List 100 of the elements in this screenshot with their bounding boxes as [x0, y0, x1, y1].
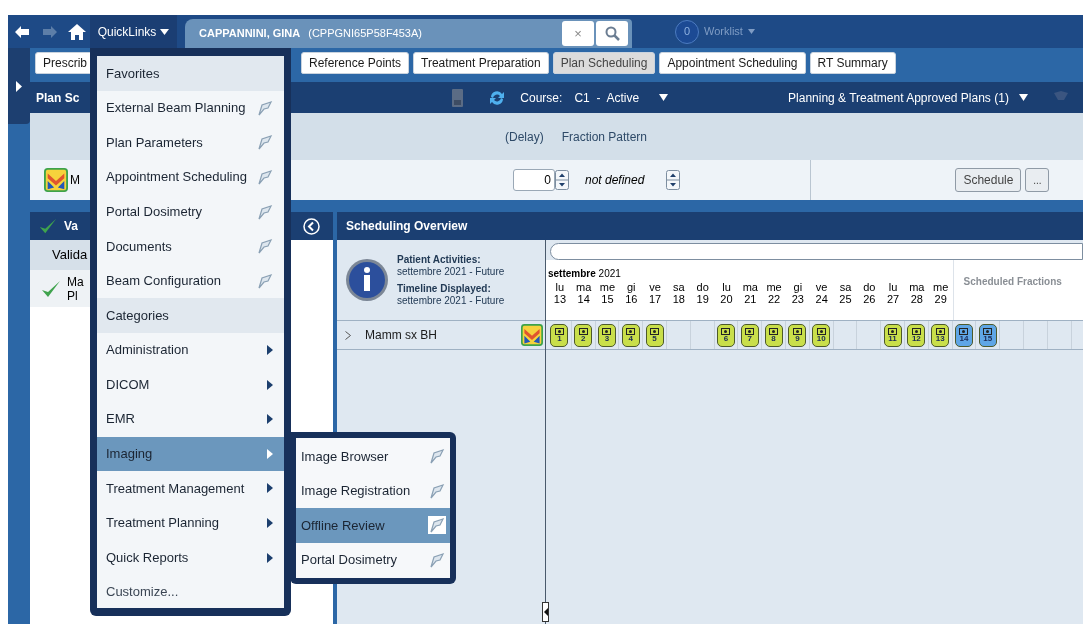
tab[interactable]: Treatment Preparation — [413, 52, 549, 74]
fraction-marker[interactable]: 4 — [621, 323, 640, 347]
day-number: 21 — [744, 293, 757, 305]
fraction-marker[interactable]: 9 — [788, 323, 807, 347]
day-number: 15 — [601, 293, 614, 305]
search-button[interactable] — [596, 21, 628, 46]
column-header: Fraction Pattern — [561, 128, 648, 146]
clear-button[interactable]: × — [562, 21, 594, 46]
weekday-label: sa — [673, 281, 685, 293]
spinner-buttons[interactable] — [666, 170, 681, 190]
check-icon — [38, 216, 58, 236]
column-header: Valida — [52, 246, 88, 265]
timeline-value: settembre 2021 - Future — [397, 294, 505, 307]
tab[interactable]: Appointment Scheduling — [659, 52, 806, 74]
expand-arrow-icon — [16, 80, 22, 92]
validation-item: Pl — [67, 288, 79, 303]
menu-item[interactable]: Documents — [97, 228, 284, 264]
day-number: 25 — [839, 293, 852, 305]
menu-item[interactable]: Plan Parameters — [97, 125, 284, 160]
fraction-marker[interactable]: 12 — [907, 323, 926, 347]
tab[interactable]: Reference Points — [301, 52, 410, 74]
fraction-marker[interactable]: 15 — [978, 323, 997, 347]
day-number: 27 — [886, 293, 900, 305]
day-number: 14 — [577, 293, 590, 305]
weekday-label: gi — [627, 281, 636, 293]
menu-item[interactable]: Imaging — [97, 436, 284, 472]
tab[interactable]: Plan Scheduling — [552, 52, 656, 74]
menu-item[interactable]: Treatment Management — [97, 471, 284, 506]
day-number: 22 — [767, 293, 781, 305]
menu-item[interactable]: Offline Review — [296, 508, 450, 543]
menu-item[interactable]: Beam Configuration — [97, 263, 284, 299]
fraction-marker[interactable]: 5 — [645, 323, 664, 347]
search-icon — [604, 26, 620, 41]
day-number: 13 — [553, 293, 566, 305]
menu-item[interactable]: Image Browser — [296, 439, 450, 474]
shortcut-icon — [428, 481, 446, 500]
weekday-label: lu — [888, 281, 898, 293]
menu-item[interactable]: Administration — [97, 332, 284, 368]
submenu-arrow-icon — [266, 551, 274, 564]
plans-filter-dropdown[interactable]: Planning & Treatment Approved Plans (1) — [788, 88, 1028, 107]
menu-item[interactable]: Image Registration — [296, 473, 450, 508]
dropdown-caret-icon — [1018, 94, 1028, 101]
day-number: 28 — [910, 293, 923, 305]
fraction-marker[interactable]: 13 — [931, 323, 950, 347]
refresh-icon[interactable] — [488, 88, 507, 107]
patient-name: CAPPANNINI, GINA — [199, 26, 301, 42]
delay-field[interactable]: 0 — [513, 169, 555, 191]
splitter-handle[interactable] — [542, 602, 549, 622]
menu-item[interactable]: External Beam Planning — [97, 90, 284, 126]
quicklinks-button[interactable]: QuickLinks — [90, 15, 177, 48]
fraction-marker[interactable]: 2 — [574, 323, 593, 347]
menu-item[interactable]: Portal Dosimetry — [296, 542, 450, 577]
menu-item[interactable]: Customize... — [97, 574, 284, 610]
collapse-icon[interactable] — [303, 217, 320, 235]
timeline-label: Timeline Displayed: — [397, 282, 492, 295]
weekday-label: me — [933, 281, 949, 293]
plan-icon — [521, 324, 543, 346]
fraction-marker[interactable]: 8 — [764, 323, 783, 347]
more-button[interactable]: ... — [1025, 168, 1050, 192]
home-icon[interactable] — [68, 23, 86, 40]
fraction-marker[interactable]: 11 — [883, 323, 902, 347]
weekday-label: lu — [555, 281, 565, 293]
day-number: 18 — [672, 293, 685, 305]
worklist-count-badge[interactable]: 0 — [675, 19, 699, 44]
fraction-marker[interactable]: 7 — [740, 323, 759, 347]
fraction-marker[interactable]: 6 — [716, 323, 735, 347]
fraction-marker[interactable]: 14 — [954, 323, 973, 347]
day-number: 19 — [696, 293, 709, 305]
day-number: 23 — [791, 293, 804, 305]
schedule-button[interactable]: Schedule — [955, 168, 1022, 192]
collapse-arrow-icon — [543, 608, 548, 616]
day-number: 20 — [720, 293, 733, 305]
weekday-label: sa — [839, 281, 852, 293]
menu-item[interactable]: Quick Reports — [97, 540, 284, 575]
menu-item[interactable]: Treatment Planning — [97, 505, 284, 541]
fraction-marker[interactable]: 10 — [812, 323, 831, 347]
activities-value: settembre 2021 - Future — [397, 265, 505, 278]
menu-item[interactable]: Appointment Scheduling — [97, 159, 284, 195]
panel-title: Scheduling Overview — [346, 218, 468, 235]
menu-item[interactable]: Portal Dosimetry — [97, 194, 284, 229]
panel-title: Va — [64, 218, 78, 235]
fraction-marker[interactable]: 1 — [550, 323, 569, 347]
weekday-label: lu — [722, 281, 731, 293]
weekday-label: me — [599, 281, 616, 293]
timeline-scrollbar[interactable] — [550, 243, 1083, 260]
menu-item[interactable]: DICOM — [97, 367, 284, 402]
fraction-marker[interactable]: 3 — [598, 323, 616, 347]
back-arrow-icon[interactable] — [15, 25, 29, 38]
spinner-buttons[interactable] — [555, 170, 569, 190]
column-header: (Delay) — [505, 128, 544, 146]
side-expander[interactable] — [8, 48, 30, 124]
camera-icon — [602, 327, 612, 335]
course-dropdown[interactable]: C1 - Active — [574, 88, 669, 107]
menu-item[interactable]: EMR — [97, 401, 284, 437]
weekday-label: ma — [576, 281, 592, 293]
course-label: Course: — [520, 89, 563, 107]
submenu-arrow-icon — [266, 482, 274, 495]
weekday-label: do — [696, 281, 709, 293]
day-number: 29 — [934, 293, 947, 305]
tab[interactable]: RT Summary — [809, 52, 896, 74]
